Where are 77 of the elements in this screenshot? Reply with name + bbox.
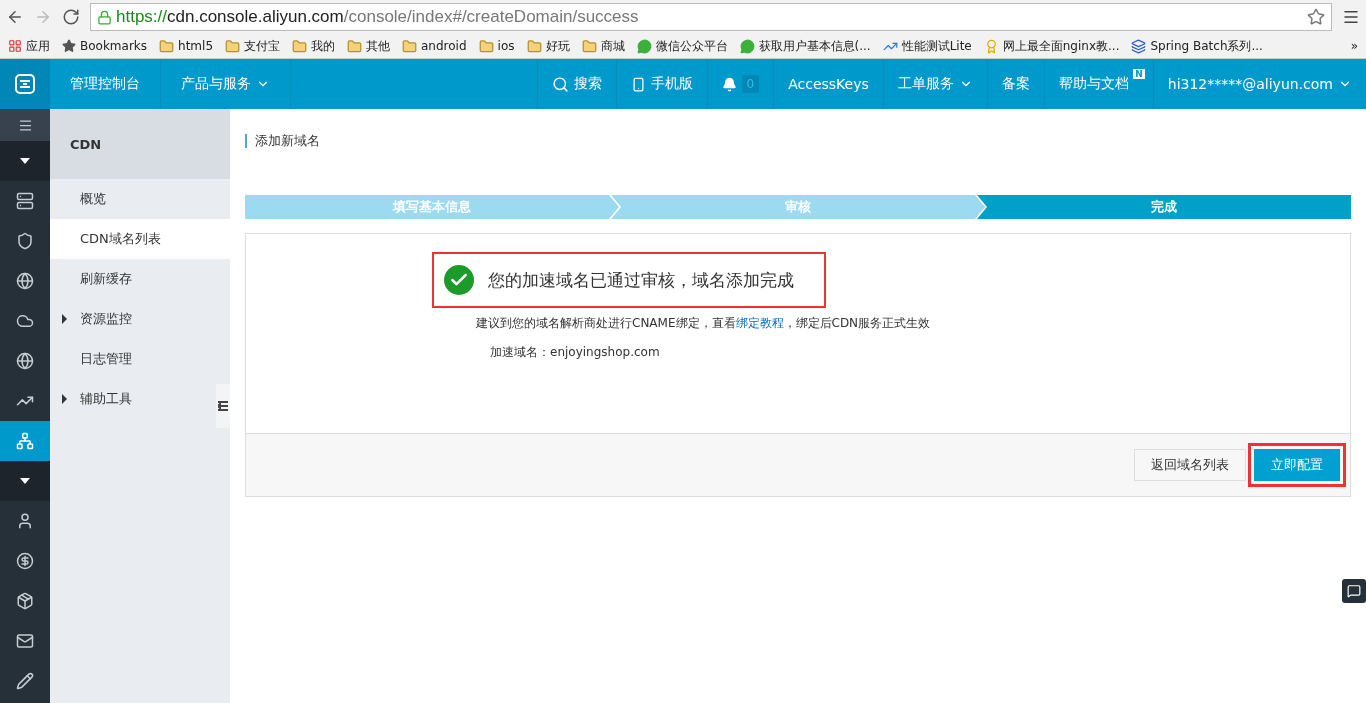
domain-text: 加速域名：enjoyingshop.com xyxy=(490,344,661,361)
bookmark-item[interactable]: 商城 xyxy=(581,37,625,55)
bookmark-item[interactable]: 我的 xyxy=(292,37,335,55)
chat-bubble-icon xyxy=(636,38,652,54)
menu-item[interactable]: 概览 xyxy=(50,179,214,219)
bookmark-item[interactable]: android xyxy=(402,38,467,54)
bookmark-item[interactable]: html5 xyxy=(159,38,213,54)
menu-item[interactable]: 辅助工具 xyxy=(50,379,214,419)
caret-icon xyxy=(20,478,30,484)
menu-item[interactable]: CDN域名列表 xyxy=(50,219,230,259)
cloud-icon xyxy=(16,312,34,330)
apps-icon xyxy=(8,39,22,53)
bookmark-item[interactable]: 微信公众平台 xyxy=(636,37,728,55)
step: 完成 xyxy=(977,195,1351,219)
search-icon xyxy=(551,75,569,93)
folder-icon xyxy=(159,38,175,54)
bookmark-item[interactable]: ios xyxy=(478,38,515,54)
box-icon xyxy=(16,592,34,610)
pencil-icon xyxy=(16,672,34,690)
menu-item[interactable]: 资源监控 xyxy=(50,299,214,339)
new-badge: N xyxy=(1133,69,1145,79)
chat-icon xyxy=(1347,584,1361,598)
back-to-list-button[interactable]: 返回域名列表 xyxy=(1134,449,1246,481)
bookmark-item[interactable]: 网上最全面nginx教... xyxy=(983,37,1120,55)
caret-icon xyxy=(20,158,30,164)
menu-item[interactable]: 刷新缓存 xyxy=(50,259,214,299)
page-title: 添加新域名 xyxy=(245,134,1351,148)
message-text: 您的加速域名已通过审核，域名添加完成 xyxy=(488,268,794,292)
mail-icon xyxy=(16,632,34,650)
phone-icon xyxy=(630,76,646,92)
shield-icon xyxy=(16,232,34,250)
menu-icon xyxy=(17,117,33,133)
bookmark-item[interactable]: Spring Batch系列... xyxy=(1131,37,1263,55)
network-icon xyxy=(16,432,34,450)
bookmark-item[interactable]: 获取用户基本信息(... xyxy=(739,37,871,55)
collapse-icon xyxy=(218,401,228,411)
step: 审核 xyxy=(611,195,985,219)
menu-icon[interactable] xyxy=(1342,8,1360,26)
folder-icon xyxy=(581,38,597,54)
lock-icon xyxy=(97,9,112,25)
cname-hint: 建议到您的域名解析商处进行CNAME绑定，直看绑定教程，绑定后CDN服务正式生效 xyxy=(476,315,932,332)
tutorial-link[interactable]: 绑定教程 xyxy=(735,316,784,330)
bookmark-item[interactable]: 好玩 xyxy=(526,37,570,55)
globe-icon xyxy=(16,352,34,370)
bookmark-item[interactable]: 性能测试Lite xyxy=(882,37,972,55)
bell-icon xyxy=(721,76,737,92)
bookmark-item[interactable]: Bookmarks xyxy=(62,39,148,53)
coin-icon xyxy=(16,552,34,570)
reload-icon[interactable] xyxy=(62,8,80,26)
folder-icon xyxy=(478,38,494,54)
bookmark-item[interactable]: 其他 xyxy=(347,37,390,55)
url-text: https://cdn.console.aliyun.com/console/index#/createDomain/success xyxy=(116,7,639,27)
folder-icon xyxy=(292,38,307,54)
chat-button[interactable] xyxy=(1342,579,1366,603)
menu-item[interactable]: 日志管理 xyxy=(50,339,214,379)
rail-button[interactable] xyxy=(0,109,50,141)
folder-icon xyxy=(347,38,362,54)
server-icon xyxy=(16,192,34,210)
bookmarks-overflow[interactable]: » xyxy=(1350,39,1358,53)
user-icon xyxy=(16,512,34,530)
chat-bubble-icon xyxy=(739,38,755,54)
collapse-handle[interactable] xyxy=(216,384,230,428)
folder-icon xyxy=(402,38,417,54)
step: 填写基本信息 xyxy=(245,195,619,219)
notification-count: 0 xyxy=(741,75,760,93)
star-icon xyxy=(62,39,76,53)
back-icon[interactable] xyxy=(6,8,24,26)
dns-globe-icon xyxy=(16,272,34,290)
bookmark-star-icon[interactable] xyxy=(1307,8,1325,26)
check-icon xyxy=(444,265,474,295)
logo-icon[interactable] xyxy=(0,59,50,109)
address-bar[interactable]: https://cdn.console.aliyun.com/console/index#/createDomain/success xyxy=(90,3,1332,31)
folder-icon xyxy=(225,38,240,54)
folder-icon xyxy=(526,38,542,54)
bookmark-item[interactable]: 应用 xyxy=(8,37,50,55)
bookmark-item[interactable]: 支付宝 xyxy=(225,37,280,55)
menu-title: CDN xyxy=(50,109,230,179)
